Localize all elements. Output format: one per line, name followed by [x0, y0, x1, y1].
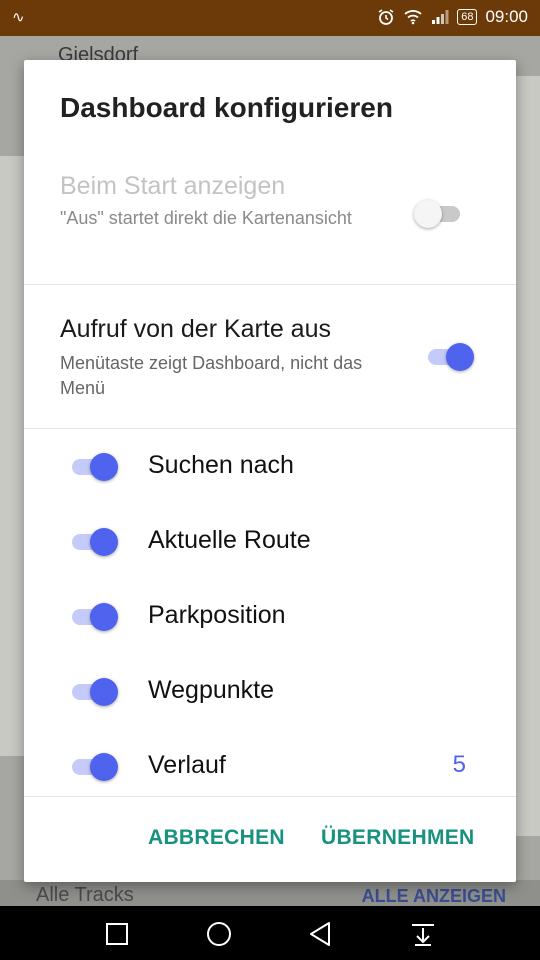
- pref-open-from-map-title: Aufruf von der Karte aus: [60, 315, 331, 343]
- divider: [24, 428, 516, 429]
- item-label: Parkposition: [148, 601, 286, 629]
- open-from-map-toggle[interactable]: [424, 341, 476, 373]
- home-circle-icon[interactable]: [205, 920, 233, 948]
- pref-open-from-map[interactable]: Aufruf von der Karte aus Menütaste zeigt…: [24, 285, 516, 428]
- toggle-thumb: [90, 453, 118, 481]
- show-all-link[interactable]: ALLE ANZEIGEN: [362, 886, 506, 907]
- status-icons: 68 09:00: [377, 7, 528, 27]
- back-triangle-icon[interactable]: [307, 920, 335, 948]
- pref-show-on-start: Beim Start anzeigen "Aus" startet direkt…: [24, 160, 516, 284]
- navigation-bar: [0, 906, 540, 960]
- apply-button[interactable]: ÜBERNEHMEN: [321, 826, 475, 850]
- item-label: Wegpunkte: [148, 676, 275, 704]
- map-street: [516, 76, 540, 836]
- item-label: Suchen nach: [148, 451, 294, 479]
- toggle-thumb: [90, 753, 118, 781]
- item-label: Aktuelle Route: [148, 526, 311, 554]
- tracks-strip: Alle Tracks ALLE ANZEIGEN: [0, 880, 540, 906]
- recents-square-icon[interactable]: [103, 920, 131, 948]
- signal-wave-icon: ∿: [12, 9, 25, 26]
- pref-show-on-start-title: Beim Start anzeigen: [60, 172, 286, 200]
- map-street: [0, 156, 24, 756]
- item-toggle[interactable]: [68, 751, 120, 783]
- notification-pulldown-icon[interactable]: [409, 920, 437, 948]
- cell-signal-icon: [432, 10, 449, 24]
- configure-dashboard-dialog: Dashboard konfigurieren Beim Start anzei…: [24, 60, 516, 882]
- cancel-button[interactable]: ABBRECHEN: [148, 826, 285, 850]
- clock: 09:00: [485, 7, 528, 26]
- dashboard-item[interactable]: Suchen nach: [24, 437, 516, 497]
- toggle-thumb: [90, 528, 118, 556]
- item-count: 5: [452, 751, 466, 778]
- divider: [24, 796, 516, 797]
- status-bar: ∿ 68 09:00: [0, 0, 540, 36]
- item-toggle[interactable]: [68, 601, 120, 633]
- dashboard-item[interactable]: Parkposition: [24, 587, 516, 647]
- toggle-thumb: [446, 343, 474, 371]
- dashboard-item[interactable]: Aktuelle Route: [24, 512, 516, 572]
- tracks-label: Alle Tracks: [36, 884, 134, 906]
- toggle-thumb: [414, 200, 442, 228]
- battery-icon: 68: [457, 9, 478, 25]
- pref-show-on-start-summary: "Aus" startet direkt die Kartenansicht: [60, 208, 352, 228]
- item-label: Verlauf: [148, 751, 226, 779]
- toggle-thumb: [90, 603, 118, 631]
- item-toggle[interactable]: [68, 676, 120, 708]
- pref-open-from-map-summary: Menütaste zeigt Dashboard, nicht das Men…: [60, 353, 363, 398]
- dialog-title: Dashboard konfigurieren: [60, 92, 393, 123]
- dashboard-item[interactable]: Verlauf 5: [24, 737, 516, 797]
- toggle-thumb: [90, 678, 118, 706]
- alarm-icon: [378, 9, 394, 25]
- item-toggle[interactable]: [68, 526, 120, 558]
- wifi-icon: [404, 10, 422, 25]
- dashboard-item[interactable]: Wegpunkte: [24, 662, 516, 722]
- show-on-start-toggle: [414, 198, 466, 230]
- item-toggle[interactable]: [68, 451, 120, 483]
